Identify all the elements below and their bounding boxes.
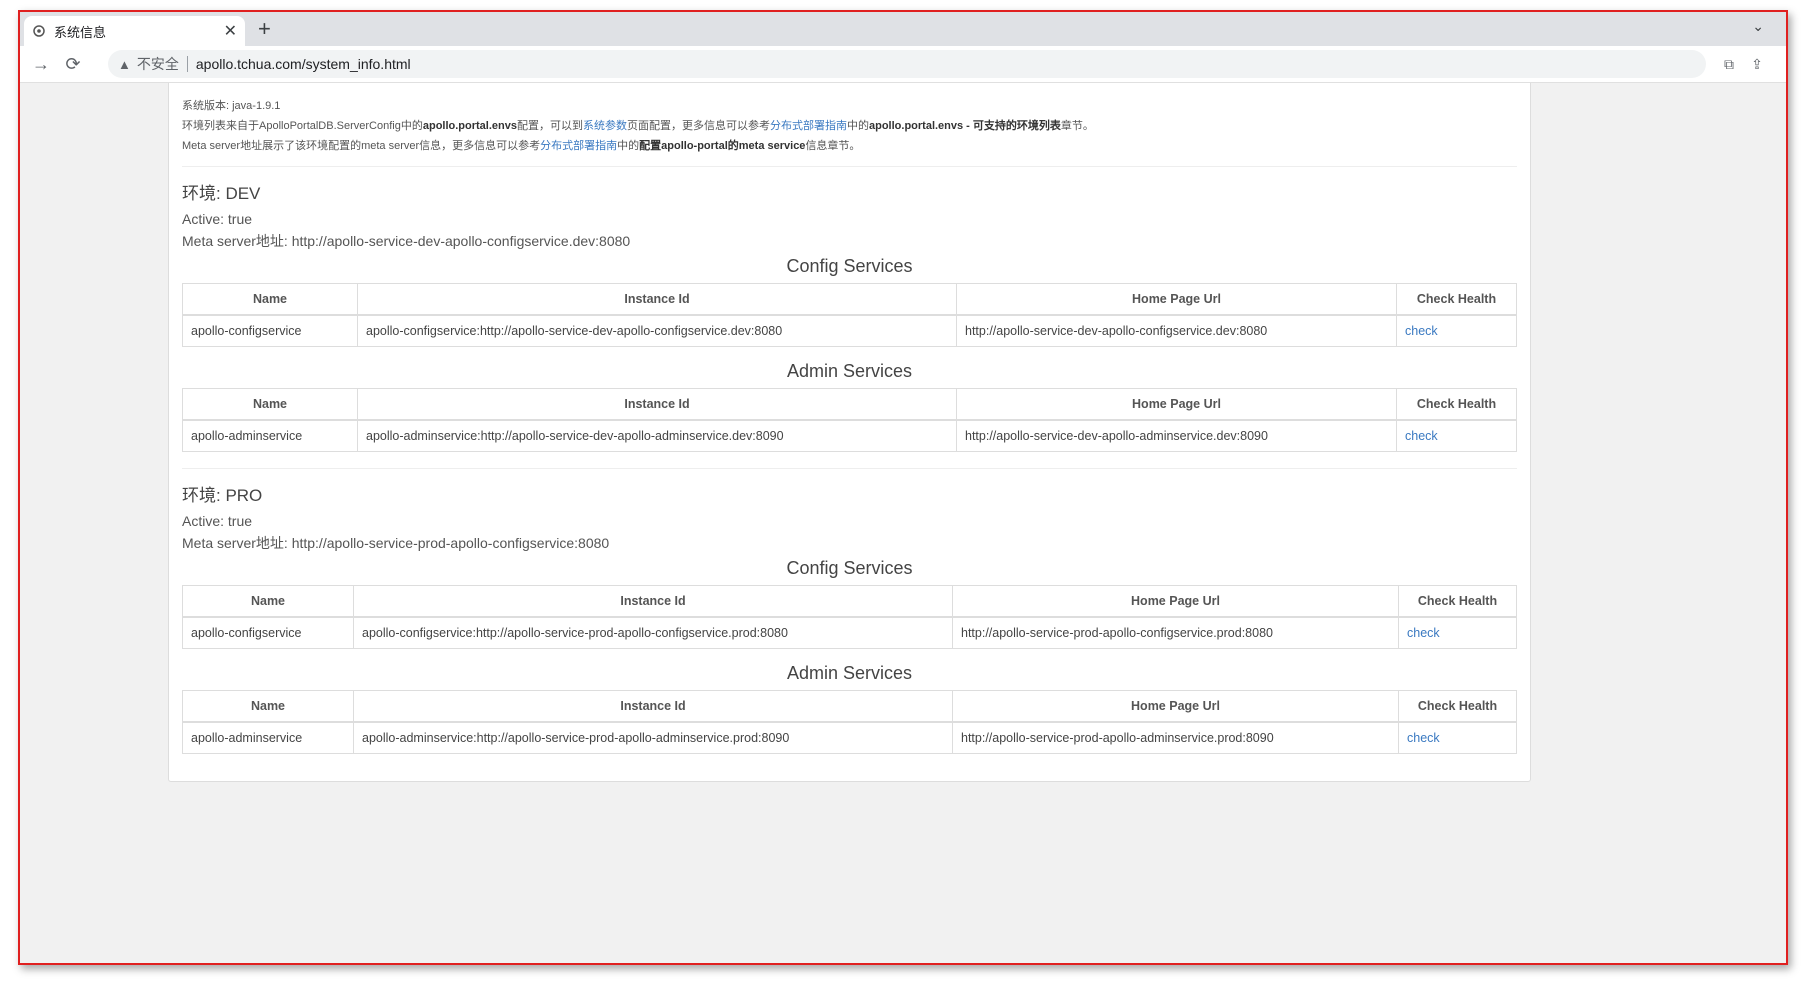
col-instance-id: Instance Id — [357, 388, 957, 421]
env-active: Active: true — [182, 513, 253, 529]
browser-toolbar: → ⟳ ▲ 不安全 apollo.tchua.com/system_info.h… — [20, 46, 1786, 83]
tab-search-chevron-icon[interactable]: ⌄ — [1752, 18, 1764, 35]
env-title: 环境: PRO — [182, 486, 263, 505]
cell-instance-id: apollo-adminservice:http://apollo-servic… — [357, 419, 957, 452]
cell-name: apollo-adminservice — [182, 419, 358, 452]
admin-services-table: Name Instance Id Home Page Url Check Hea… — [182, 388, 1517, 452]
warning-icon[interactable]: ▲ — [118, 57, 131, 72]
check-link[interactable]: check — [1405, 324, 1438, 338]
translate-icon[interactable]: ⧉ — [1720, 55, 1738, 73]
browser-tab[interactable]: 系统信息 ✕ — [24, 16, 245, 46]
deploy-guide-link[interactable]: 分布式部署指南 — [770, 120, 847, 132]
table-header-row: Name Instance Id Home Page Url Check Hea… — [182, 283, 1517, 316]
env-title: 环境: DEV — [182, 184, 261, 203]
new-tab-button[interactable]: + — [258, 16, 271, 42]
reload-icon[interactable]: ⟳ — [62, 53, 84, 75]
screenshot-frame: 系统信息 ✕ + ⌄ → ⟳ ▲ 不安全 apollo.tchua.com/sy… — [18, 10, 1788, 965]
apollo-favicon-icon — [33, 25, 45, 37]
system-version: 系统版本: java-1.9.1 — [182, 100, 281, 112]
share-icon[interactable]: ⇪ — [1748, 55, 1766, 73]
url-text[interactable]: apollo.tchua.com/system_info.html — [196, 56, 411, 72]
env-section-pro: 环境: PRO Active: true Meta server地址: http… — [182, 481, 1517, 754]
env-meta-server: Meta server地址: http://apollo-service-pro… — [182, 535, 610, 551]
config-services-table: Name Instance Id Home Page Url Check Hea… — [182, 585, 1517, 649]
env-active: Active: true — [182, 211, 253, 227]
col-home-page-url: Home Page Url — [952, 690, 1399, 723]
admin-services-caption: Admin Services — [786, 663, 913, 683]
col-home-page-url: Home Page Url — [956, 388, 1397, 421]
cell-name: apollo-configservice — [182, 314, 358, 347]
table-row: apollo-adminservice apollo-adminservice:… — [182, 721, 1517, 754]
cell-instance-id: apollo-configservice:http://apollo-servi… — [357, 314, 957, 347]
check-link[interactable]: check — [1407, 731, 1440, 745]
col-instance-id: Instance Id — [353, 690, 953, 723]
cell-name: apollo-adminservice — [182, 721, 354, 754]
cell-url: http://apollo-service-prod-apollo-admins… — [952, 721, 1399, 754]
forward-arrow-icon[interactable]: → — [30, 53, 52, 75]
system-info-panel: 系统版本: java-1.9.1 环境列表来自于ApolloPortalDB.S… — [168, 83, 1531, 782]
col-check-health: Check Health — [1396, 388, 1517, 421]
config-services-caption: Config Services — [786, 558, 913, 578]
cell-instance-id: apollo-adminservice:http://apollo-servic… — [353, 721, 953, 754]
col-instance-id: Instance Id — [353, 585, 953, 618]
tab-title: 系统信息 — [54, 24, 107, 40]
col-home-page-url: Home Page Url — [956, 283, 1397, 316]
table-row: apollo-configservice apollo-configservic… — [182, 616, 1517, 649]
env-section-dev: 环境: DEV Active: true Meta server地址: http… — [182, 179, 1517, 452]
col-check-health: Check Health — [1396, 283, 1517, 316]
cell-name: apollo-configservice — [182, 616, 354, 649]
page-viewport: 系统版本: java-1.9.1 环境列表来自于ApolloPortalDB.S… — [20, 83, 1786, 963]
table-row: apollo-adminservice apollo-adminservice:… — [182, 419, 1517, 452]
check-link[interactable]: check — [1407, 626, 1440, 640]
col-name: Name — [182, 690, 354, 723]
tab-strip: 系统信息 ✕ + ⌄ — [20, 12, 1786, 46]
insecure-label: 不安全 — [136, 56, 179, 72]
col-home-page-url: Home Page Url — [952, 585, 1399, 618]
admin-services-table: Name Instance Id Home Page Url Check Hea… — [182, 690, 1517, 754]
deploy-guide-link-2[interactable]: 分布式部署指南 — [540, 140, 617, 152]
config-services-table: Name Instance Id Home Page Url Check Hea… — [182, 283, 1517, 347]
config-services-caption: Config Services — [786, 256, 913, 276]
close-tab-icon[interactable]: ✕ — [224, 21, 237, 41]
address-bar[interactable]: ▲ 不安全 apollo.tchua.com/system_info.html — [108, 50, 1706, 78]
system-params-link[interactable]: 系统参数 — [583, 120, 627, 132]
col-check-health: Check Health — [1398, 585, 1517, 618]
check-link[interactable]: check — [1405, 429, 1438, 443]
env-meta-server: Meta server地址: http://apollo-service-dev… — [182, 233, 631, 249]
col-name: Name — [182, 585, 354, 618]
col-name: Name — [182, 283, 358, 316]
env-note: 环境列表来自于ApolloPortalDB.ServerConfig中的apol… — [182, 120, 1094, 132]
admin-services-caption: Admin Services — [786, 361, 913, 381]
meta-note: Meta server地址展示了该环境配置的meta server信息，更多信息… — [182, 140, 861, 152]
divider — [182, 166, 1517, 167]
cell-instance-id: apollo-configservice:http://apollo-servi… — [353, 616, 953, 649]
divider — [182, 468, 1517, 469]
omnibox-divider — [186, 56, 188, 72]
table-row: apollo-configservice apollo-configservic… — [182, 314, 1517, 347]
table-header-row: Name Instance Id Home Page Url Check Hea… — [182, 690, 1517, 723]
col-check-health: Check Health — [1398, 690, 1517, 723]
cell-url: http://apollo-service-dev-apollo-configs… — [956, 314, 1397, 347]
col-instance-id: Instance Id — [357, 283, 957, 316]
col-name: Name — [182, 388, 358, 421]
cell-url: http://apollo-service-dev-apollo-adminse… — [956, 419, 1397, 452]
cell-url: http://apollo-service-prod-apollo-config… — [952, 616, 1399, 649]
table-header-row: Name Instance Id Home Page Url Check Hea… — [182, 585, 1517, 618]
table-header-row: Name Instance Id Home Page Url Check Hea… — [182, 388, 1517, 421]
